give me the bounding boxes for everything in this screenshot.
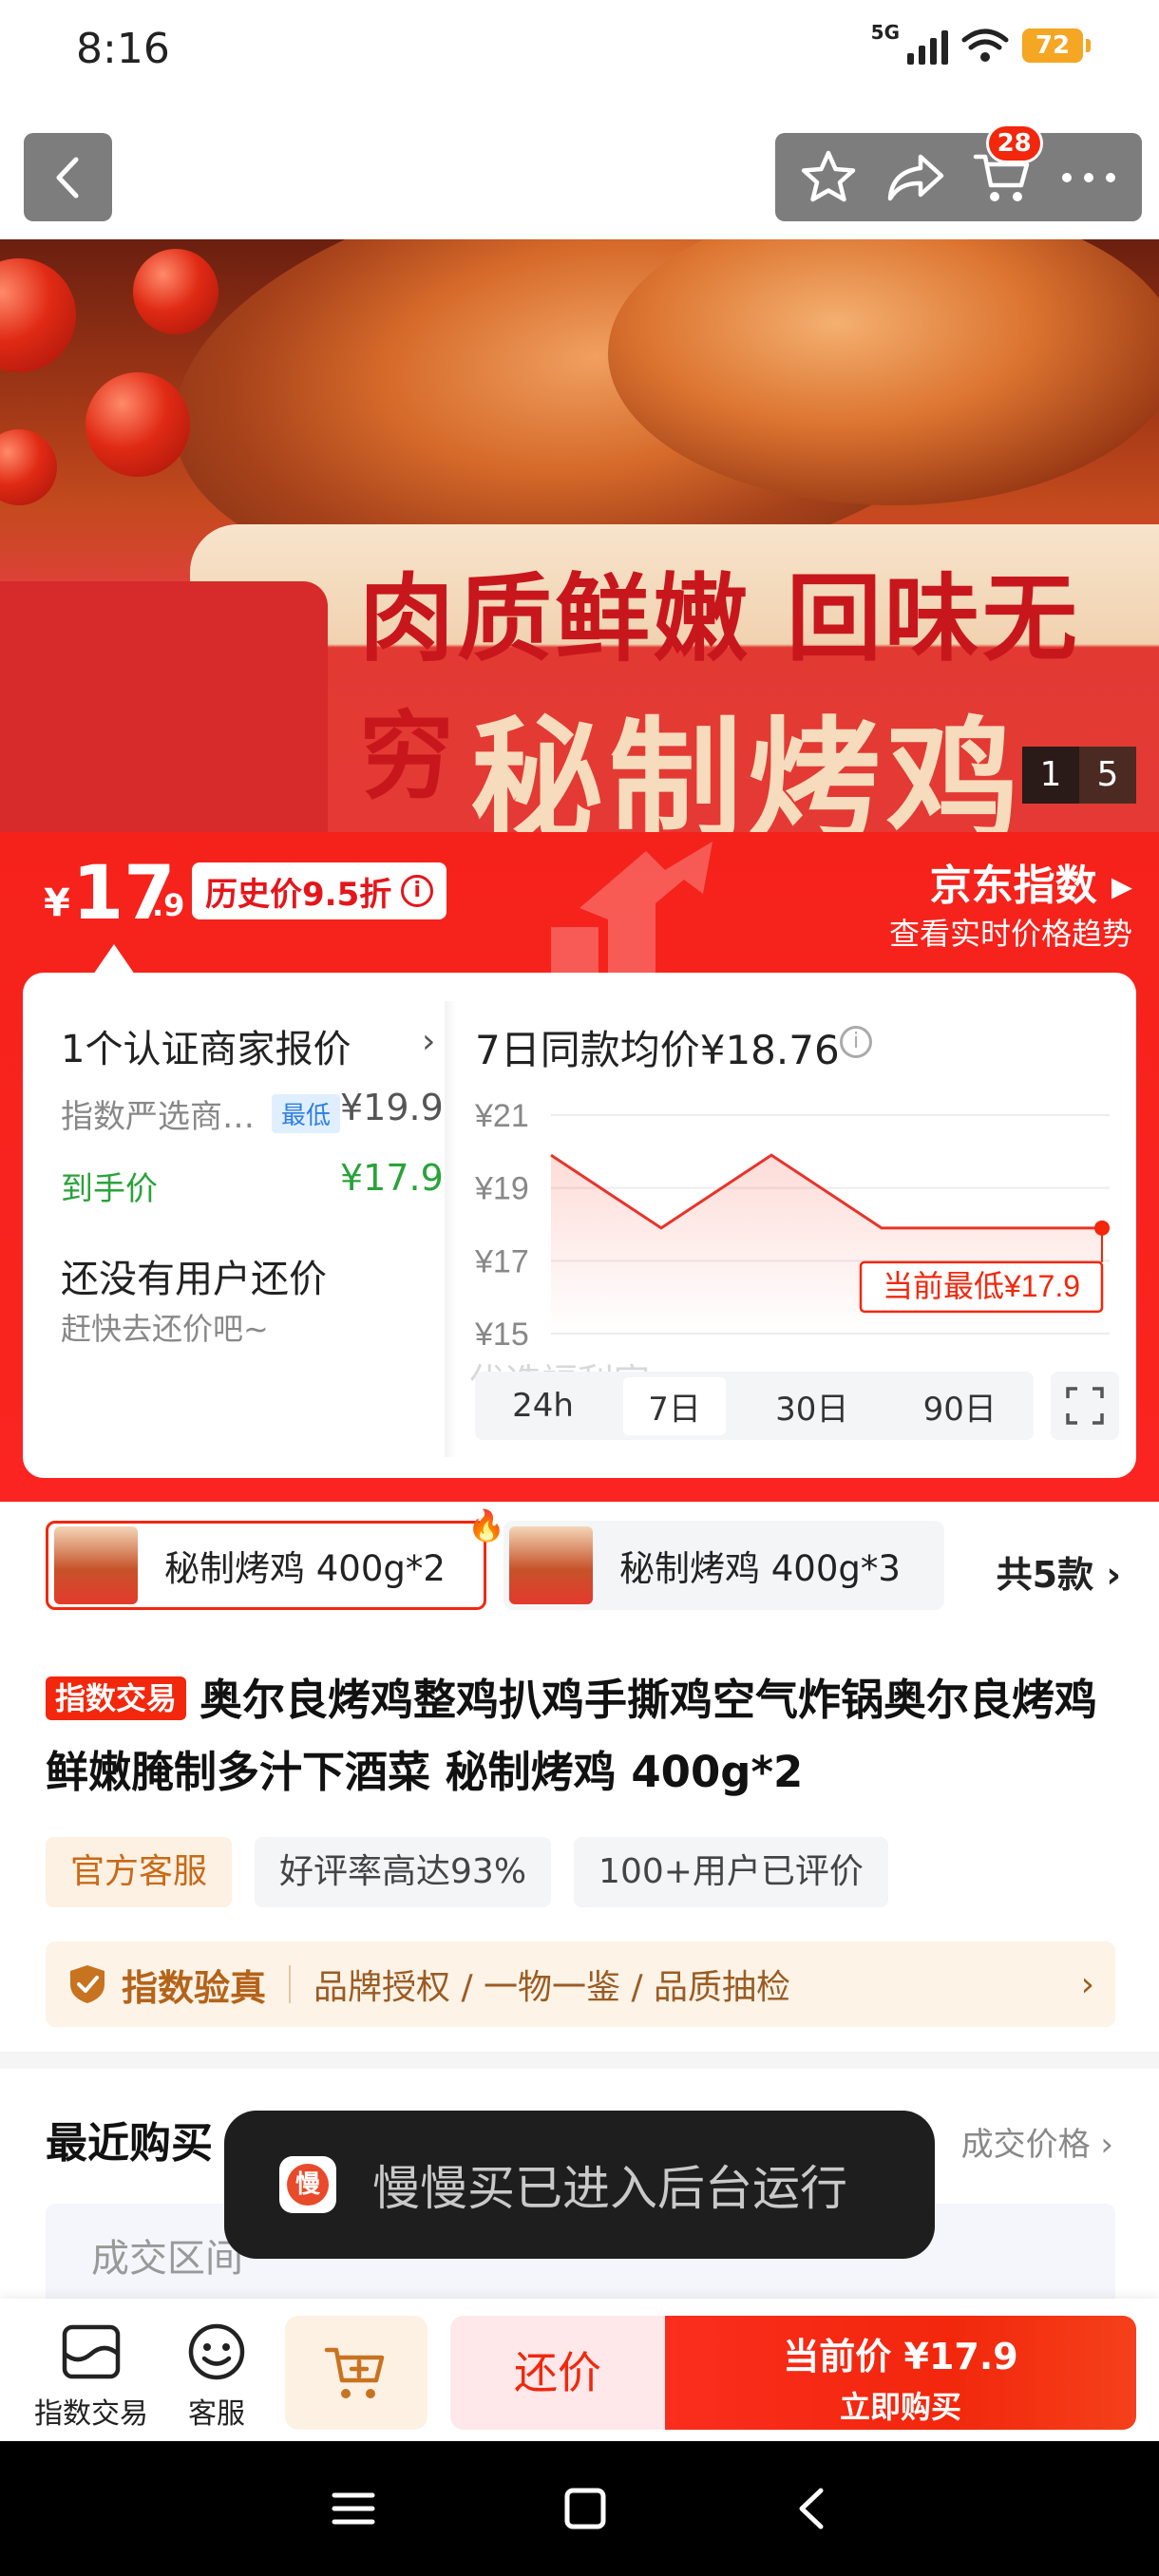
lowest-tag: 最低: [272, 1094, 341, 1133]
back-nav-icon[interactable]: [794, 2487, 828, 2530]
variant-thumbnail: [54, 1526, 138, 1604]
price-section: ¥ 17 .9 历史价9.5折 i 京东指数 ▸ 查看实时价格趋势 1个认证商家…: [0, 832, 1159, 1502]
merchant-name: 指数严选商…: [61, 1098, 255, 1136]
product-image-carousel[interactable]: 肉质鲜嫩 回味无穷 秘制烤鸡 1 5: [0, 239, 1159, 832]
range-tab-1[interactable]: 7日: [623, 1376, 726, 1435]
cart-button[interactable]: 28: [969, 123, 1043, 211]
status-bar: 8:16 5G 72: [0, 0, 1159, 104]
wifi-icon: [961, 28, 1009, 62]
range-tabs: 24h 7日 30日 90日: [475, 1372, 1034, 1440]
header-actions: 28: [775, 123, 1142, 221]
y-tick-label: ¥17: [475, 1243, 529, 1279]
jd-index-link[interactable]: 京东指数 ▸: [930, 851, 1132, 912]
share-button[interactable]: [882, 144, 948, 211]
favorite-button[interactable]: [795, 144, 862, 211]
star-icon: [801, 150, 855, 201]
signal-icon: [907, 27, 948, 65]
price-trend-chart[interactable]: ¥21 ¥19 ¥17 ¥15 当前最低¥17.9: [475, 1096, 1121, 1353]
bottom-action-bar: 指数交易 客服 还价 当前价 ¥17.9 立即购买: [0, 2299, 1159, 2441]
haggle-title: 还没有用户还价: [61, 1258, 327, 1301]
chevron-right-icon: ›: [422, 1022, 436, 1061]
final-price-value: ¥17.9: [340, 1157, 444, 1199]
share-icon: [888, 154, 944, 200]
flame-icon: 🔥: [467, 1507, 505, 1544]
price-decimal: .9: [152, 887, 185, 923]
history-discount-badge[interactable]: 历史价9.5折 i: [192, 862, 447, 919]
official-service-chip[interactable]: 官方客服: [46, 1837, 233, 1907]
y-tick-label: ¥15: [475, 1316, 529, 1353]
price-currency: ¥: [44, 881, 70, 925]
fullscreen-button[interactable]: [1051, 1372, 1119, 1440]
recent-purchases-title: 最近购买: [46, 2119, 213, 2168]
cart-plus-icon: [324, 2347, 385, 2398]
top-nav: 28: [0, 104, 1159, 239]
network-type: 5G: [870, 21, 900, 44]
system-nav-bar: [0, 2441, 1159, 2576]
info-icon: i: [401, 875, 434, 907]
more-button[interactable]: [1055, 144, 1122, 211]
hero-slogan-main: 秘制烤鸡: [470, 705, 1026, 832]
avg-price-title: 7日同款均价¥18.76: [475, 1027, 840, 1073]
variant-selector: 秘制烤鸡 400g*2 🔥 秘制烤鸡 400g*3 共5款 ›: [0, 1502, 1159, 1610]
app-icon: 慢: [279, 2156, 336, 2213]
range-tab-3[interactable]: 90日: [899, 1377, 1021, 1435]
image-pager: 1 5: [1022, 747, 1136, 804]
service-chips: 官方客服 好评率高达93% 100+用户已评价: [46, 1837, 888, 1907]
buy-now-button[interactable]: 当前价 ¥17.9 立即购买: [665, 2316, 1136, 2430]
range-tab-0[interactable]: 24h: [487, 1381, 598, 1430]
fullscreen-icon: [1066, 1387, 1104, 1425]
product-title: 指数交易 奥尔良烤鸡整鸡扒鸡手撕鸡空气炸锅奥尔良烤鸡鲜嫩腌制多汁下酒菜 秘制烤鸡 …: [46, 1675, 1098, 1797]
variant-option-2[interactable]: 秘制烤鸡 400g*3: [504, 1521, 944, 1610]
status-icons: 5G 72: [871, 21, 1091, 65]
reviews-chip[interactable]: 100+用户已评价: [574, 1837, 888, 1907]
shop-icon: [62, 2324, 121, 2379]
pager-current: 1: [1022, 747, 1079, 804]
chevron-right-icon: ›: [1080, 1964, 1094, 2004]
authenticity-banner[interactable]: 指数验真 品牌授权 / 一物一鉴 / 品质抽检 ›: [46, 1941, 1115, 2027]
home-icon[interactable]: [563, 2487, 607, 2530]
haggle-button[interactable]: 还价: [450, 2316, 665, 2430]
toast-notification: 慢 慢慢买已进入后台运行: [224, 2111, 935, 2259]
trend-arrow-icon: [551, 842, 712, 984]
smiley-icon: [188, 2323, 245, 2380]
verify-subtitle: 品牌授权 / 一物一鉴 / 品质抽检: [314, 1968, 791, 2007]
y-tick-label: ¥19: [475, 1171, 529, 1207]
shield-check-icon: [70, 1965, 104, 2003]
chevron-left-icon: [56, 157, 78, 198]
verify-title: 指数验真: [122, 1966, 267, 2009]
add-to-cart-button[interactable]: [285, 2316, 428, 2430]
back-button[interactable]: [24, 133, 112, 221]
variant-option-1[interactable]: 秘制烤鸡 400g*2: [46, 1521, 486, 1610]
more-variants-link[interactable]: 共5款 ›: [997, 1545, 1121, 1598]
merchant-price: ¥19.9: [340, 1087, 444, 1128]
cart-count-badge: 28: [985, 123, 1043, 163]
more-icon: [1062, 172, 1116, 182]
y-tick-label: ¥21: [475, 1098, 529, 1134]
current-low-label: 当前最低¥17.9: [883, 1269, 1080, 1303]
pager-total: 5: [1079, 747, 1136, 804]
price-card: 1个认证商家报价 › 指数严选商… 最低 ¥19.9 到手价 ¥17.9 还没有…: [23, 973, 1136, 1478]
customer-service-button[interactable]: 客服: [186, 2321, 247, 2432]
final-price-label: 到手价: [61, 1170, 158, 1208]
index-trade-button[interactable]: 指数交易: [34, 2321, 148, 2432]
status-time: 8:16: [76, 25, 170, 73]
info-icon[interactable]: i: [840, 1026, 872, 1058]
variant-thumbnail: [509, 1526, 593, 1604]
battery-icon: 72: [1022, 28, 1091, 63]
deal-price-link[interactable]: 成交价格 ›: [961, 2118, 1113, 2165]
toast-text: 慢慢买已进入后台运行: [372, 2161, 847, 2216]
index-trade-tag: 指数交易: [46, 1676, 187, 1720]
menu-icon[interactable]: [331, 2490, 376, 2528]
jd-index-subtitle[interactable]: 查看实时价格趋势: [889, 910, 1132, 954]
haggle-subtitle: 赶快去还价吧~: [61, 1311, 269, 1347]
range-tab-2[interactable]: 30日: [750, 1377, 873, 1435]
rating-chip[interactable]: 好评率高达93%: [255, 1837, 552, 1907]
merchant-offers-link[interactable]: 1个认证商家报价: [61, 1018, 351, 1073]
